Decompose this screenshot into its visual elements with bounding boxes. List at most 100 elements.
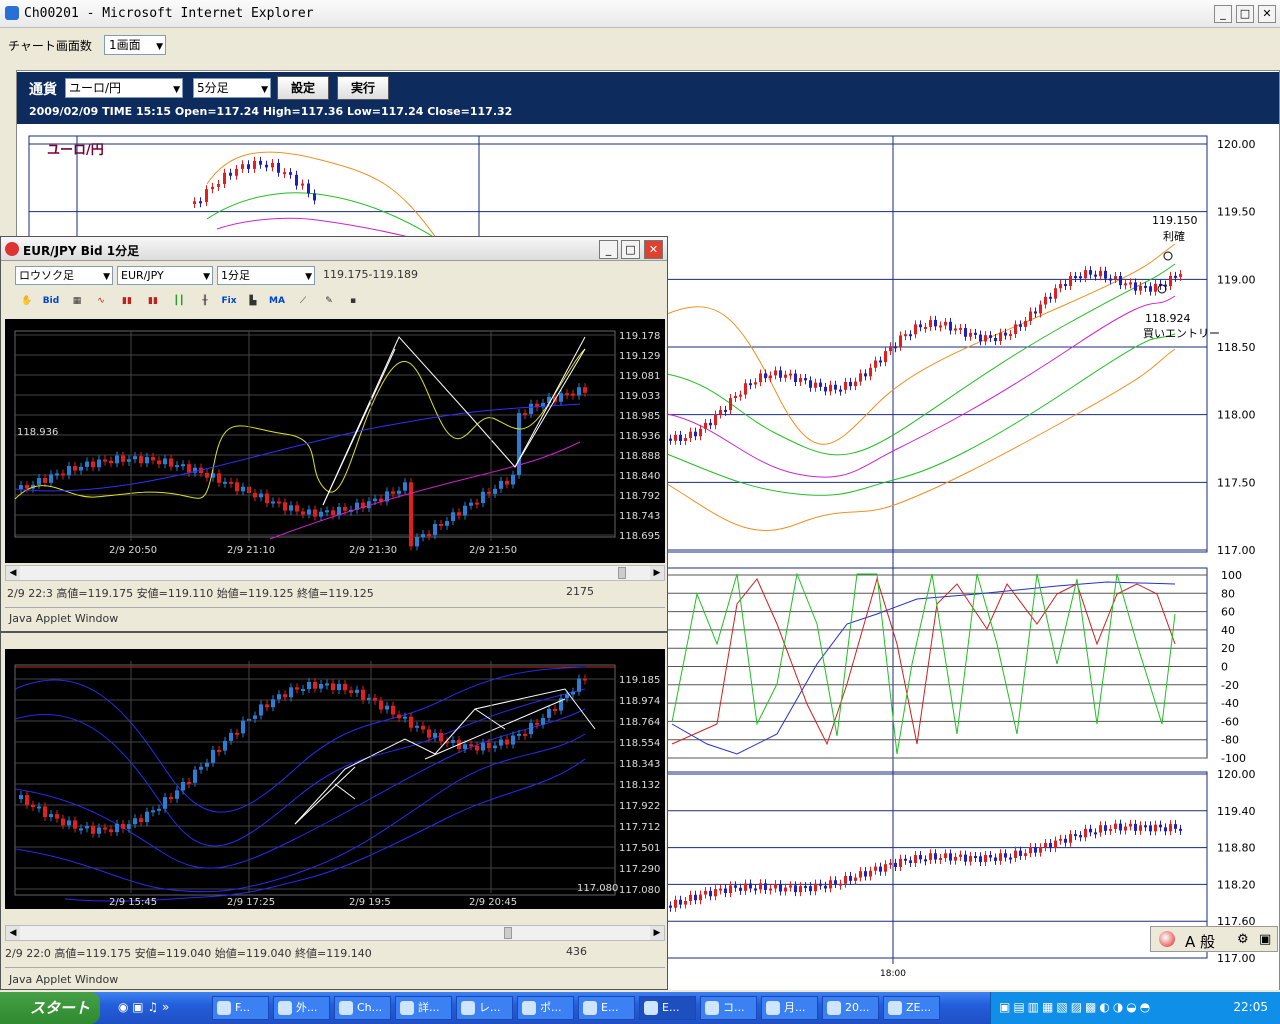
close-button[interactable]: ✕ [644, 240, 663, 259]
candle-body [979, 334, 982, 342]
chevron-down-icon: ▼ [156, 42, 163, 52]
candle-body [499, 739, 503, 746]
taskbar-task[interactable]: E... [639, 996, 696, 1020]
taskbar-task[interactable]: F... [212, 996, 269, 1020]
candle-body [133, 818, 137, 825]
candle-body [301, 183, 304, 186]
horizontal-scrollbar[interactable]: ◀ ▶ [5, 925, 665, 941]
candle-body [67, 466, 71, 476]
candle-body [779, 370, 782, 378]
candle-body [289, 505, 293, 511]
scroll-left-icon[interactable]: ◀ [6, 926, 20, 940]
quick-launch-icons[interactable]: ◉ ▣ ♫ » [118, 1000, 169, 1014]
candle-body [999, 332, 1002, 342]
taskbar-task[interactable]: ポ... [517, 996, 574, 1020]
ime-icon[interactable] [1159, 931, 1175, 947]
scroll-thumb[interactable] [504, 927, 512, 939]
trend-icon[interactable]: ⟋ [293, 291, 313, 311]
maximize-button[interactable]: □ [621, 240, 640, 259]
candle-body [839, 883, 842, 886]
candle-body [834, 880, 837, 885]
time-tick-label: 2/9 15:45 [109, 897, 157, 908]
symbol-select[interactable]: EUR/JPY ▼ [117, 266, 213, 285]
app-icon [522, 1001, 536, 1015]
toolbox-icon[interactable]: ▣ [1259, 932, 1271, 947]
scroll-right-icon[interactable]: ▶ [650, 566, 664, 580]
taskbar-task[interactable]: ZE... [883, 996, 940, 1020]
candle-body [1074, 834, 1077, 837]
candle-body [844, 381, 847, 390]
candle-body [1069, 276, 1072, 287]
pen-icon[interactable]: ✎ [319, 291, 339, 311]
indicator-icon[interactable]: ▙ [243, 291, 263, 311]
ma-fix-icon[interactable]: MA [267, 291, 287, 311]
ime-language-bar[interactable]: A 般 ⚙ ▣ [1150, 926, 1278, 952]
currency-select[interactable]: ユーロ/円 ▼ [65, 78, 183, 98]
candle-body [684, 901, 687, 905]
start-button[interactable]: スタート [0, 992, 100, 1024]
candle-body [259, 493, 263, 498]
candle-body [709, 422, 712, 426]
candle-icon[interactable]: ▮▮ [117, 291, 137, 311]
hand-icon[interactable]: ✋ [17, 291, 37, 311]
second-chart-window[interactable]: 119.185 118.974 118.764 118.554 118.343 118.1… [0, 632, 668, 990]
candle-icon-2[interactable]: ▮▮ [143, 291, 163, 311]
minimize-button[interactable]: _ [1214, 5, 1232, 23]
candle-body [373, 697, 377, 701]
taskbar-task[interactable]: コ... [700, 996, 757, 1020]
fix-icon[interactable]: Fix [219, 291, 239, 311]
candle-body [1044, 296, 1047, 305]
chart-count-select[interactable]: 1画面 ▼ [104, 35, 166, 55]
scroll-right-icon[interactable]: ▶ [650, 926, 664, 940]
candle-body [1019, 850, 1022, 856]
taskbar-task[interactable]: E... [578, 996, 635, 1020]
period-select[interactable]: 5分足 ▼ [193, 78, 271, 98]
taskbar-task[interactable]: レ... [456, 996, 513, 1020]
candle-body [669, 905, 672, 908]
line-icon[interactable]: ∿ [91, 291, 111, 311]
candle-body [139, 818, 143, 823]
bar-icon[interactable]: ┃┃ [169, 291, 189, 311]
candle-body [939, 325, 942, 328]
eurjpy-1min-chart[interactable]: 119.178 119.129 119.081 119.033 118.985 118.9… [5, 319, 665, 563]
candle-body [97, 459, 101, 468]
settings-icon[interactable]: ⚙ [1237, 932, 1249, 947]
chart-type-select[interactable]: ロウソク足 ▼ [15, 266, 113, 285]
ohlc-readout: 2009/02/09 TIME 15:15 Open=117.24 High=1… [29, 105, 513, 118]
candle-body [379, 700, 383, 710]
candle-body [969, 332, 972, 337]
taskbar-task[interactable]: 詳... [395, 996, 452, 1020]
set-button[interactable]: 設定 [277, 76, 329, 100]
candle-body [175, 465, 179, 468]
candle-body [1059, 838, 1062, 841]
candle-body [1174, 824, 1177, 829]
second-chart[interactable]: 119.185 118.974 118.764 118.554 118.343 118.1… [5, 649, 665, 909]
scroll-thumb[interactable] [618, 567, 626, 579]
bar-icon-2[interactable]: ╫ [195, 291, 215, 311]
maximize-button[interactable]: □ [1236, 5, 1254, 23]
candle-body [719, 409, 722, 415]
toolbox-icon[interactable]: ▪ [343, 291, 363, 311]
chart-icon[interactable]: ▦ [67, 291, 87, 311]
taskbar-task[interactable]: Ch... [334, 996, 391, 1020]
scroll-left-icon[interactable]: ◀ [6, 566, 20, 580]
candle-body [115, 823, 119, 833]
candle-body [307, 509, 311, 515]
ime-mode[interactable]: A 般 [1185, 931, 1215, 952]
horizontal-scrollbar[interactable]: ◀ ▶ [5, 565, 665, 581]
candle-body [25, 795, 29, 805]
run-button[interactable]: 実行 [337, 76, 389, 100]
taskbar-task[interactable]: 20... [822, 996, 879, 1020]
taskbar-task[interactable]: 外... [273, 996, 330, 1020]
eurjpy-window-titlebar[interactable]: EUR/JPY Bid 1分足 _ □ ✕ [1, 237, 667, 261]
candle-body [1169, 275, 1172, 287]
candle-body [674, 899, 677, 908]
minimize-button[interactable]: _ [599, 240, 618, 259]
taskbar-task[interactable]: 月... [761, 996, 818, 1020]
axis-tick-label: 119.178 [619, 331, 660, 342]
bid-ask-icon[interactable]: Bid [41, 291, 61, 311]
close-button[interactable]: ✕ [1258, 5, 1276, 23]
tray-icons[interactable]: ▣▤▥▦▧▨▩◐◑◒◓ [999, 1000, 1153, 1014]
period-select[interactable]: 1分足 ▼ [217, 266, 315, 285]
eurjpy-1min-window[interactable]: EUR/JPY Bid 1分足 _ □ ✕ ロウソク足 ▼ EUR/JPY ▼ 1分… [0, 236, 668, 632]
